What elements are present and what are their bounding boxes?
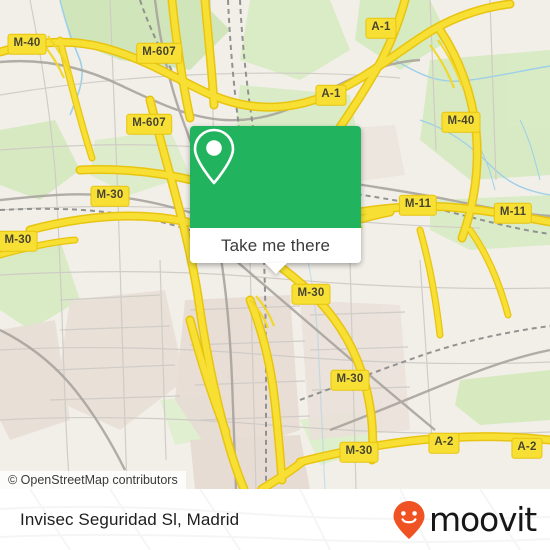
footer-bar: Invisec Seguridad Sl, Madrid moovit <box>0 489 550 550</box>
road-shield: M-11 <box>398 194 438 216</box>
take-me-there-button[interactable]: Take me there <box>190 228 361 274</box>
road-shield: M-40 <box>441 111 481 133</box>
moovit-smiley-pin-icon <box>393 500 425 539</box>
take-me-there-label: Take me there <box>220 235 331 255</box>
map-canvas[interactable]: M-40 M-607 M-607 A-1 A-1 M-40 M-30 M-11 … <box>0 0 550 489</box>
road-shield: M-30 <box>90 185 130 207</box>
road-shield: M-11 <box>493 202 533 224</box>
road-shield: M-30 <box>330 369 370 391</box>
moovit-wordmark: moovit <box>429 500 537 539</box>
road-shield: A-1 <box>315 84 347 106</box>
road-shield: A-2 <box>511 437 543 459</box>
screenshot-root: M-40 M-607 M-607 A-1 A-1 M-40 M-30 M-11 … <box>0 0 550 550</box>
road-shield: M-30 <box>339 441 379 463</box>
popup-pin-area <box>190 126 361 228</box>
road-shield: M-40 <box>7 33 47 55</box>
location-pin-icon <box>193 128 235 185</box>
road-shield: A-1 <box>365 17 397 39</box>
moovit-logo[interactable]: moovit <box>392 500 537 540</box>
place-title: Invisec Seguridad Sl, Madrid <box>20 509 240 529</box>
road-shield: M-30 <box>291 283 331 305</box>
road-shield: M-607 <box>136 42 182 64</box>
popup-pointer-arrow <box>264 263 287 274</box>
location-popup-card[interactable]: Take me there <box>190 126 361 274</box>
road-shield: M-607 <box>126 113 172 135</box>
road-shield: A-2 <box>428 432 460 454</box>
road-shield: M-30 <box>0 230 38 252</box>
osm-attribution[interactable]: © OpenStreetMap contributors <box>0 471 186 489</box>
